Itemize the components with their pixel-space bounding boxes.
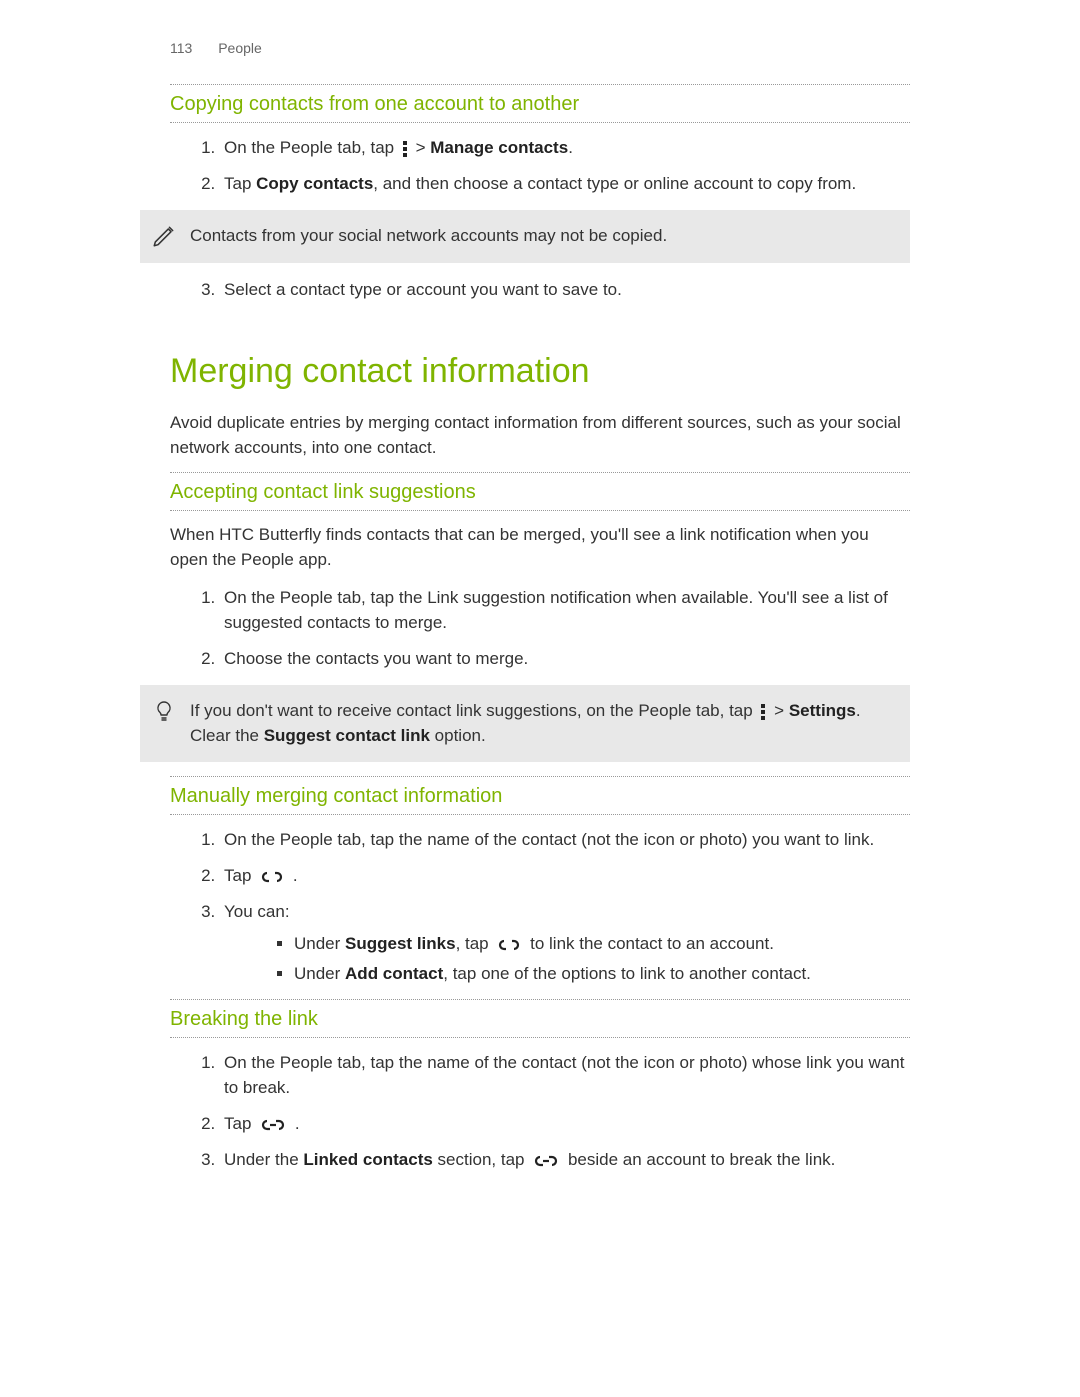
heading-merging: Merging contact information	[170, 352, 910, 391]
suggest-links-label: Suggest links	[345, 934, 456, 953]
settings-label: Settings	[789, 701, 856, 720]
link-chain-icon	[495, 932, 523, 958]
divider	[170, 122, 910, 123]
accepting-steps: On the People tab, tap the Link suggesti…	[170, 585, 910, 672]
subheading-manual: Manually merging contact information	[170, 781, 910, 812]
merging-intro: Avoid duplicate entries by merging conta…	[170, 411, 910, 460]
page-header: 113 People	[170, 40, 910, 56]
divider	[170, 776, 910, 777]
suggest-contact-link-label: Suggest contact link	[264, 726, 430, 745]
list-item: Under the Linked contacts section, tap b…	[220, 1147, 910, 1173]
add-contact-label: Add contact	[345, 964, 443, 983]
divider	[170, 84, 910, 85]
manual-steps: On the People tab, tap the name of the c…	[170, 827, 910, 986]
breaking-steps: On the People tab, tap the name of the c…	[170, 1050, 910, 1174]
divider	[170, 999, 910, 1000]
list-item: Under Add contact, tap one of the option…	[294, 961, 910, 987]
menu-dots-icon	[402, 141, 408, 157]
copy-contacts-label: Copy contacts	[256, 174, 373, 193]
copying-steps: On the People tab, tap > Manage contacts…	[170, 135, 910, 196]
list-item: On the People tab, tap the name of the c…	[220, 827, 910, 853]
subheading-accepting: Accepting contact link suggestions	[170, 477, 910, 508]
break-link-icon	[258, 1111, 288, 1137]
divider	[170, 472, 910, 473]
manual-bullets: Under Suggest links, tap to link the con…	[224, 931, 910, 987]
accepting-intro: When HTC Butterfly finds contacts that c…	[170, 523, 910, 572]
manage-contacts-label: Manage contacts	[430, 138, 568, 157]
list-item: Select a contact type or account you wan…	[220, 277, 910, 303]
list-item: On the People tab, tap > Manage contacts…	[220, 135, 910, 161]
list-item: You can: Under Suggest links, tap to lin…	[220, 899, 910, 986]
menu-dots-icon	[760, 704, 766, 720]
list-item: Under Suggest links, tap to link the con…	[294, 931, 910, 957]
tip-callout: If you don't want to receive contact lin…	[140, 685, 910, 762]
list-item: Choose the contacts you want to merge.	[220, 646, 910, 672]
copying-steps-cont: Select a contact type or account you wan…	[170, 277, 910, 303]
page-section: People	[218, 40, 262, 56]
lightbulb-icon	[150, 697, 178, 725]
link-chain-icon	[258, 864, 286, 890]
list-item: Tap .	[220, 1111, 910, 1137]
break-link-icon	[531, 1148, 561, 1174]
note-text: Contacts from your social network accoun…	[190, 226, 667, 245]
divider	[170, 814, 910, 815]
pencil-icon	[150, 222, 178, 250]
divider	[170, 510, 910, 511]
divider	[170, 1037, 910, 1038]
note-callout: Contacts from your social network accoun…	[140, 210, 910, 263]
list-item: Tap .	[220, 863, 910, 889]
list-item: On the People tab, tap the name of the c…	[220, 1050, 910, 1101]
linked-contacts-label: Linked contacts	[303, 1150, 432, 1169]
list-item: On the People tab, tap the Link suggesti…	[220, 585, 910, 636]
subheading-copying: Copying contacts from one account to ano…	[170, 89, 910, 120]
list-item: Tap Copy contacts, and then choose a con…	[220, 171, 910, 197]
subheading-breaking: Breaking the link	[170, 1004, 910, 1035]
page-number: 113	[170, 40, 192, 56]
manual-page: 113 People Copying contacts from one acc…	[0, 0, 1080, 1397]
